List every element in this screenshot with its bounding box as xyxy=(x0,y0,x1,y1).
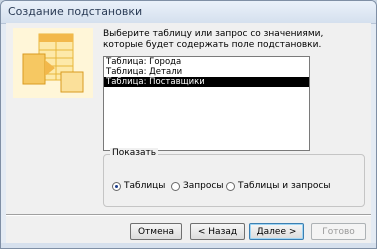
button-separator xyxy=(6,214,371,216)
back-button[interactable]: < Назад xyxy=(190,223,245,240)
list-item[interactable]: Таблица: Детали xyxy=(104,67,309,77)
list-item[interactable]: Таблица: Города xyxy=(104,57,309,67)
window-title: Создание подстановки xyxy=(8,5,143,18)
wizard-window: Создание подстановки Выберите таблицу ил… xyxy=(0,0,377,249)
cancel-button[interactable]: Отмена xyxy=(130,223,182,240)
next-button[interactable]: Далее > xyxy=(249,223,304,240)
radio-both-label: Таблицы и запросы xyxy=(238,181,331,191)
radio-tables-label: Таблицы xyxy=(124,181,166,191)
radio-tables-and-queries[interactable]: Таблицы и запросы xyxy=(226,181,330,191)
title-bar[interactable]: Создание подстановки xyxy=(1,1,376,24)
finish-button[interactable]: Готово xyxy=(311,223,366,240)
radio-tables[interactable]: Таблицы xyxy=(112,181,165,191)
radio-queries[interactable]: Запросы xyxy=(171,181,223,191)
list-item-selected[interactable]: Таблица: Поставщики xyxy=(104,77,309,87)
radio-unchecked-icon[interactable] xyxy=(226,181,235,191)
table-list[interactable]: Таблица: Города Таблица: Детали Таблица:… xyxy=(103,56,310,151)
wizard-instruction-text: Выберите таблицу или запрос со значениям… xyxy=(103,29,324,50)
wizard-client-area: Выберите таблицу или запрос со значениям… xyxy=(6,23,371,243)
lookup-wizard-illustration-icon xyxy=(13,28,93,98)
radio-unchecked-icon[interactable] xyxy=(171,181,180,191)
radio-checked-icon[interactable] xyxy=(112,181,121,191)
show-group-label: Показать xyxy=(110,148,159,158)
show-options-group: Показать Таблицы Запросы Таблицы и запро… xyxy=(103,148,365,207)
window-bottom-frame xyxy=(1,243,376,248)
radio-queries-label: Запросы xyxy=(183,181,224,191)
